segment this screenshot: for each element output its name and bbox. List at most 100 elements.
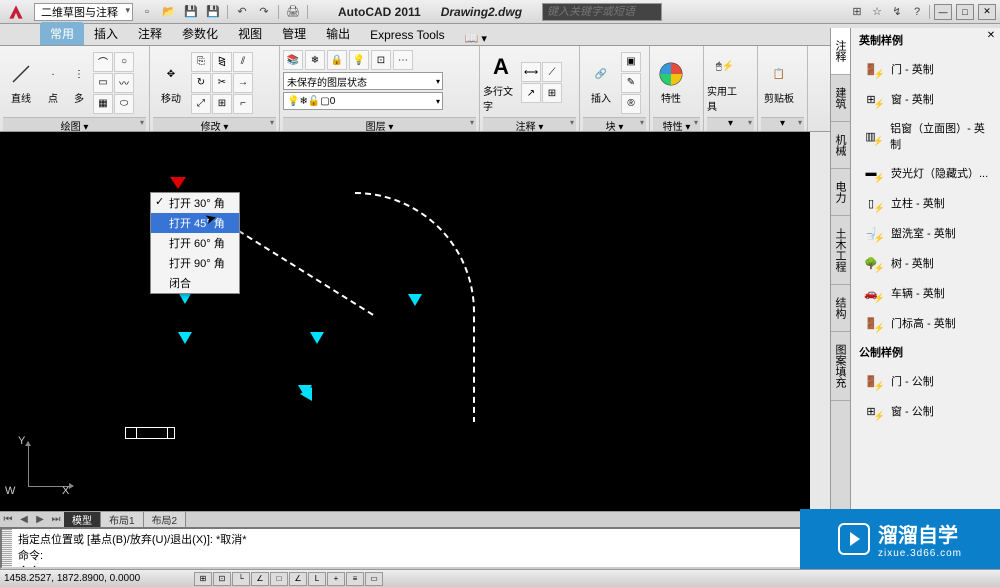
- tab-last-icon[interactable]: ⏭: [48, 514, 64, 525]
- redo-icon[interactable]: ↷: [256, 4, 272, 20]
- vtab-civil[interactable]: 土木工程: [831, 216, 850, 285]
- close-button[interactable]: ✕: [978, 4, 996, 20]
- ortho-toggle[interactable]: └: [232, 572, 250, 586]
- palette-item-washroom[interactable]: 🚽⚡盥洗室 - 英制: [857, 218, 994, 248]
- palette-item-window[interactable]: ⊞⚡窗 - 英制: [857, 84, 994, 114]
- tab-first-icon[interactable]: ⏮: [0, 514, 16, 525]
- tab-insert[interactable]: 插入: [84, 22, 128, 45]
- vtab-arch[interactable]: 建筑: [831, 75, 850, 122]
- qp-toggle[interactable]: ▭: [365, 572, 383, 586]
- infocenter-icon[interactable]: ⊞: [849, 4, 865, 20]
- open-icon[interactable]: 📂: [161, 4, 177, 20]
- vtab-elec[interactable]: 电力: [831, 169, 850, 216]
- menu-open-45[interactable]: 打开 45° 角: [151, 213, 239, 233]
- panel-annot-title[interactable]: 注释 ▾: [483, 117, 576, 131]
- line-button[interactable]: 直线: [3, 53, 39, 113]
- utilities-button[interactable]: 🖱⚡ 实用工具: [707, 53, 743, 113]
- print-icon[interactable]: 🖨: [285, 4, 301, 20]
- palette-item-window-m[interactable]: ⊞⚡窗 - 公制: [857, 396, 994, 426]
- multi-button[interactable]: ⋮ 多: [67, 53, 91, 113]
- palette-item-tree[interactable]: 🌳⚡树 - 英制: [857, 248, 994, 278]
- polar-toggle[interactable]: ∠: [251, 572, 269, 586]
- panel-util-title[interactable]: ▾: [707, 117, 754, 131]
- undo-icon[interactable]: ↶: [234, 4, 250, 20]
- grip-arrow[interactable]: [178, 332, 192, 344]
- panel-block-title[interactable]: 块 ▾: [583, 117, 646, 131]
- tab-model[interactable]: 模型: [64, 512, 101, 527]
- osnap-toggle[interactable]: □: [270, 572, 288, 586]
- layer-lock-icon[interactable]: 🔒: [327, 50, 347, 70]
- workspace-dropdown[interactable]: 二维草图与注释: [34, 3, 133, 21]
- array-icon[interactable]: ⊞: [212, 94, 232, 114]
- palette-item-door-m[interactable]: 🚪⚡门 - 公制: [857, 366, 994, 396]
- maximize-button[interactable]: □: [956, 4, 974, 20]
- menu-open-60[interactable]: 打开 60° 角: [151, 233, 239, 253]
- palette-item-doorlabel[interactable]: 🚪⚡门标高 - 英制: [857, 308, 994, 338]
- menu-open-90[interactable]: 打开 90° 角: [151, 253, 239, 273]
- ribbon-help[interactable]: 📖 ▾: [465, 32, 487, 45]
- vtab-struct[interactable]: 结构: [831, 285, 850, 332]
- dim-linear-icon[interactable]: ⟷: [521, 62, 541, 82]
- help-search-input[interactable]: [542, 3, 662, 21]
- lwt-toggle[interactable]: ≡: [346, 572, 364, 586]
- ellipse-icon[interactable]: ⬭: [114, 94, 134, 114]
- tab-output[interactable]: 输出: [316, 22, 360, 45]
- tab-home[interactable]: 常用: [40, 22, 84, 45]
- trim-icon[interactable]: ✂: [212, 73, 232, 93]
- save-icon[interactable]: 💾: [183, 4, 199, 20]
- polyline-icon[interactable]: 〰: [114, 73, 134, 93]
- point-button[interactable]: · 点: [41, 53, 65, 113]
- layer-freeze-icon[interactable]: ❄: [305, 50, 325, 70]
- star-icon[interactable]: ☆: [869, 4, 885, 20]
- layer-state-combo[interactable]: 未保存的图层状态: [283, 72, 443, 90]
- mtext-button[interactable]: A 多行文字: [483, 53, 519, 113]
- exchange-icon[interactable]: ↯: [889, 4, 905, 20]
- palette-item-door[interactable]: 🚪⚡门 - 英制: [857, 54, 994, 84]
- tab-layout2[interactable]: 布局2: [144, 512, 187, 527]
- grip-arrow[interactable]: [408, 294, 422, 306]
- vtab-annotate[interactable]: 注释: [831, 28, 850, 75]
- menu-open-30[interactable]: 打开 30° 角: [151, 193, 239, 213]
- tab-view[interactable]: 视图: [228, 22, 272, 45]
- tab-layout1[interactable]: 布局1: [101, 512, 144, 527]
- copy-icon[interactable]: ⎘: [191, 52, 211, 72]
- dim-align-icon[interactable]: ⟋: [542, 62, 562, 82]
- snap-toggle[interactable]: ⊞: [194, 572, 212, 586]
- layer-props-icon[interactable]: 📚: [283, 50, 303, 70]
- panel-modify-title[interactable]: 修改 ▾: [153, 117, 276, 131]
- tab-next-icon[interactable]: ▶: [32, 514, 48, 525]
- command-line[interactable]: 指定点位置或 [基点(B)/放弃(U)/退出(X)]: *取消* 命令: 命令:: [0, 527, 810, 569]
- leader-icon[interactable]: ↗: [521, 83, 541, 103]
- properties-button[interactable]: 特性: [653, 53, 689, 113]
- grip-arrow[interactable]: [300, 387, 312, 401]
- tab-parametric[interactable]: 参数化: [172, 22, 228, 45]
- tab-express[interactable]: Express Tools: [360, 25, 454, 45]
- scale-icon[interactable]: ⤢: [191, 94, 211, 114]
- cmdline-grip[interactable]: [2, 529, 12, 567]
- panel-draw-title[interactable]: 绘图 ▾: [3, 117, 146, 131]
- palette-item-column[interactable]: ▯⚡立柱 - 英制: [857, 188, 994, 218]
- panel-prop-title[interactable]: 特性 ▾: [653, 117, 700, 131]
- grip-arrow[interactable]: [310, 332, 324, 344]
- palette-item-light[interactable]: ▬⚡荧光灯（隐藏式）...: [857, 158, 994, 188]
- offset-icon[interactable]: ⫽: [233, 52, 253, 72]
- clipboard-button[interactable]: 📋 剪贴板: [761, 53, 797, 113]
- rotate-icon[interactable]: ↻: [191, 73, 211, 93]
- saveas-icon[interactable]: 💾: [205, 4, 221, 20]
- create-block-icon[interactable]: ▣: [621, 52, 641, 72]
- fillet-icon[interactable]: ⌐: [233, 94, 253, 114]
- palette-close-icon[interactable]: ✕: [984, 30, 998, 44]
- attr-block-icon[interactable]: ®: [621, 94, 641, 114]
- tab-annotate[interactable]: 注释: [128, 22, 172, 45]
- vtab-mech[interactable]: 机械: [831, 122, 850, 169]
- panel-layer-title[interactable]: 图层 ▾: [283, 117, 476, 131]
- layer-more-icon[interactable]: ⋯: [393, 50, 413, 70]
- ducs-toggle[interactable]: L: [308, 572, 326, 586]
- dyn-toggle[interactable]: +: [327, 572, 345, 586]
- circle-icon[interactable]: ○: [114, 52, 134, 72]
- vtab-hatch[interactable]: 图案填充: [831, 332, 850, 401]
- palette-item-alwindow[interactable]: ▥⚡铝窗（立面图）- 英制: [857, 114, 994, 158]
- table-icon[interactable]: ⊞: [542, 83, 562, 103]
- hatch-icon[interactable]: ▦: [93, 94, 113, 114]
- layer-off-icon[interactable]: 💡: [349, 50, 369, 70]
